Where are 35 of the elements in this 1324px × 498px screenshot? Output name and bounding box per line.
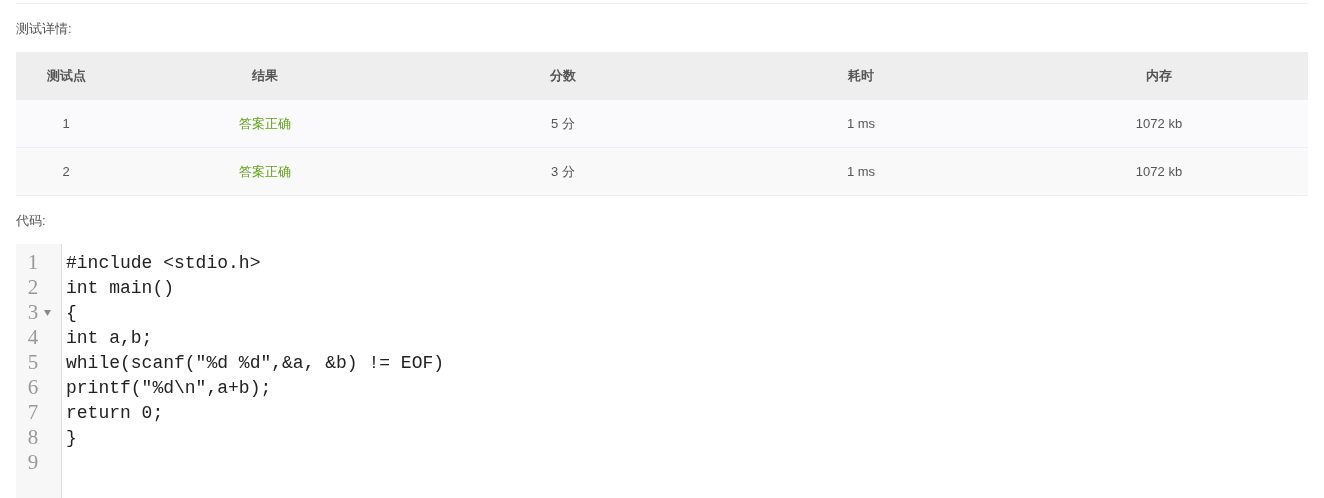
line-number: 2 bbox=[26, 275, 40, 300]
table-cell: 1072 kb bbox=[1010, 148, 1308, 196]
result-cell: 答案正确 bbox=[116, 148, 414, 196]
code-line: int a,b; bbox=[66, 327, 153, 348]
table-cell: 5 分 bbox=[414, 100, 712, 148]
line-number: 7 bbox=[26, 400, 40, 425]
code-line: while(scanf("%d %d",&a, &b) != EOF) bbox=[66, 352, 445, 373]
column-header: 结果 bbox=[116, 52, 414, 100]
table-cell: 1 ms bbox=[712, 148, 1010, 196]
result-cell: 答案正确 bbox=[116, 100, 414, 148]
line-number: 8 bbox=[26, 425, 40, 450]
line-number: 1 bbox=[26, 250, 40, 275]
table-cell: 1 ms bbox=[712, 100, 1010, 148]
column-header: 耗时 bbox=[712, 52, 1010, 100]
fold-caret-icon[interactable] bbox=[44, 309, 51, 316]
code-line: #include <stdio.h> bbox=[66, 252, 261, 273]
line-number: 4 bbox=[26, 325, 40, 350]
code-line: printf("%d\n",a+b); bbox=[66, 377, 272, 398]
line-number: 3 bbox=[26, 300, 40, 325]
column-header: 内存 bbox=[1010, 52, 1308, 100]
code-line: int main() bbox=[66, 277, 175, 298]
code-line: } bbox=[66, 427, 77, 448]
table-cell: 1072 kb bbox=[1010, 100, 1308, 148]
code-line: return 0; bbox=[66, 402, 164, 423]
line-number: 6 bbox=[26, 375, 40, 400]
section-label: 代码: bbox=[16, 213, 46, 229]
section-label: 测试详情: bbox=[16, 21, 72, 37]
column-header: 测试点 bbox=[16, 52, 116, 100]
column-header: 分数 bbox=[414, 52, 712, 100]
table-cell: 3 分 bbox=[414, 148, 712, 196]
line-number: 9 bbox=[26, 450, 40, 475]
line-number: 5 bbox=[26, 350, 40, 375]
table-cell: 1 bbox=[16, 100, 116, 148]
code-line: { bbox=[66, 302, 77, 323]
table-cell: 2 bbox=[16, 148, 116, 196]
